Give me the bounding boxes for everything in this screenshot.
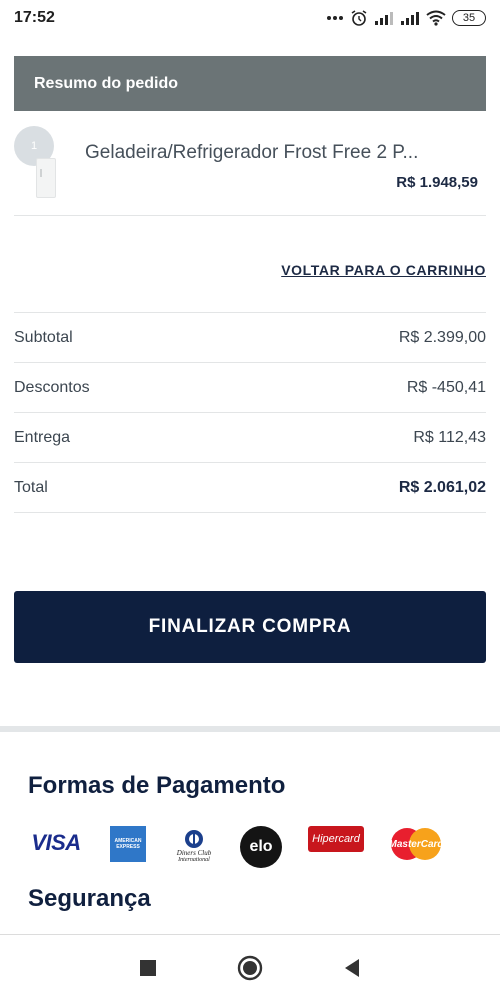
payment-methods-title: Formas de Pagamento [28, 772, 286, 799]
order-summary-title: Resumo do pedido [34, 74, 178, 92]
visa-logo: VISA [31, 830, 81, 855]
total-row: Total R$ 2.061,02 [14, 463, 486, 513]
battery-icon: 35 [452, 10, 486, 26]
system-nav-bar [0, 934, 500, 1000]
elo-logo: elo [240, 826, 282, 868]
diners-icon [185, 830, 203, 848]
subtotal-label: Subtotal [14, 328, 73, 346]
total-value: R$ 2.061,02 [398, 478, 486, 496]
status-bar: 17:52 35 [0, 0, 500, 36]
product-name: Geladeira/Refrigerador Frost Free 2 P... [85, 142, 419, 163]
status-icons: 35 [326, 9, 486, 27]
cart-item-row[interactable]: 1 Geladeira/Refrigerador Frost Free 2 P.… [14, 124, 486, 216]
discounts-row: Descontos R$ -450,41 [14, 363, 486, 413]
wifi-icon [426, 10, 446, 26]
back-to-cart-link[interactable]: VOLTAR PARA O CARRINHO [281, 262, 486, 278]
more-dots-icon [327, 16, 343, 20]
section-divider [0, 726, 500, 732]
status-time: 17:52 [14, 9, 55, 26]
checkout-button[interactable]: FINALIZAR COMPRA [14, 591, 486, 663]
delivery-row: Entrega R$ 112,43 [14, 413, 486, 463]
checkout-button-label: FINALIZAR COMPRA [148, 616, 352, 637]
alarm-icon [351, 10, 367, 26]
order-summary-header: Resumo do pedido [14, 56, 486, 111]
battery-level: 35 [462, 12, 476, 24]
product-image [36, 158, 56, 198]
signal-icon [375, 12, 393, 25]
amex-logo: AMERICAN EXPRESS [110, 826, 146, 862]
signal-icon [401, 12, 419, 25]
order-totals: Subtotal R$ 2.399,00 Descontos R$ -450,4… [14, 312, 486, 513]
security-title: Segurança [28, 885, 151, 912]
home-icon[interactable] [237, 955, 263, 981]
delivery-label: Entrega [14, 428, 71, 446]
subtotal-value: R$ 2.399,00 [398, 328, 486, 346]
discounts-value: R$ -450,41 [406, 378, 486, 396]
payment-logos: VISA AMERICAN EXPRESS Diners Club Intern… [28, 826, 458, 874]
hipercard-logo: Hipercard [308, 826, 364, 852]
recents-icon[interactable] [139, 959, 157, 977]
discounts-label: Descontos [14, 378, 90, 396]
mastercard-logo: MasterCard [388, 826, 444, 862]
total-label: Total [14, 478, 48, 496]
diners-logo: Diners Club International [168, 826, 220, 866]
back-icon[interactable] [343, 958, 361, 978]
subtotal-row: Subtotal R$ 2.399,00 [14, 313, 486, 363]
delivery-value: R$ 112,43 [413, 428, 486, 446]
product-price: R$ 1.948,59 [396, 174, 478, 191]
